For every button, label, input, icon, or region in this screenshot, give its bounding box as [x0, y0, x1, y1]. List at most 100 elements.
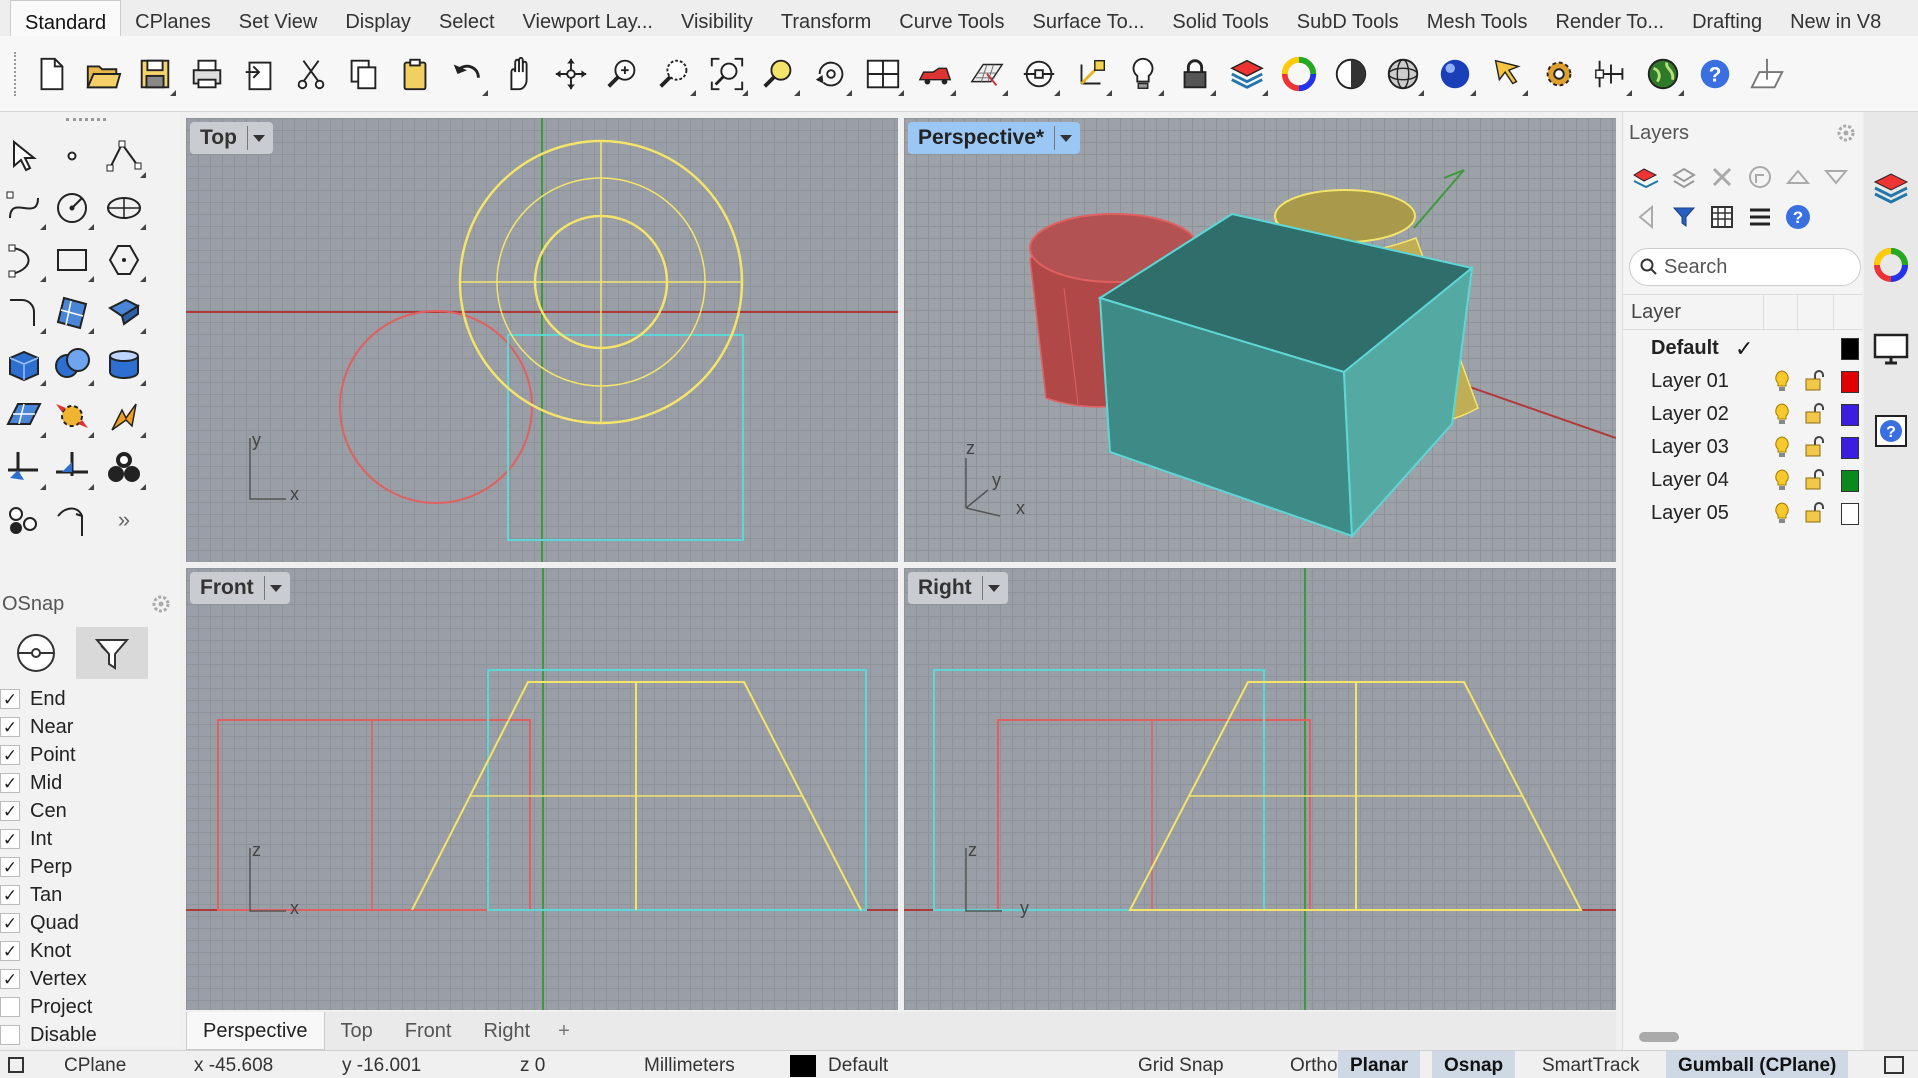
- osnap-item-disable[interactable]: Disable: [0, 1021, 97, 1049]
- end-checkbox[interactable]: ✓: [0, 689, 20, 709]
- layer-name[interactable]: Layer 04: [1651, 469, 1729, 492]
- save-icon[interactable]: [132, 48, 178, 100]
- viewport-tab-top[interactable]: Top: [325, 1012, 389, 1050]
- viewport-tab-front[interactable]: Front: [389, 1012, 468, 1050]
- layer-search-box[interactable]: [1629, 248, 1861, 286]
- layer-icon[interactable]: [1224, 48, 1270, 100]
- cyan-box-profile[interactable]: [487, 669, 867, 911]
- smarttrack-toggle[interactable]: SmartTrack: [1530, 1051, 1651, 1078]
- transform-icon[interactable]: [48, 392, 96, 440]
- disable-checkbox[interactable]: [0, 1025, 20, 1045]
- osnap-item-vertex[interactable]: ✓ Vertex: [0, 965, 97, 993]
- viewport-title-top[interactable]: Top: [190, 122, 273, 154]
- box-solid-icon[interactable]: [0, 340, 48, 388]
- point-icon[interactable]: [48, 132, 96, 180]
- osnap-item-int[interactable]: ✓ Int: [0, 825, 97, 853]
- zoom-icon[interactable]: [600, 48, 646, 100]
- zoom-selected-icon[interactable]: [756, 48, 802, 100]
- plane-icon[interactable]: [0, 392, 48, 440]
- osnap-item-project[interactable]: Project: [0, 993, 97, 1021]
- circle-icon[interactable]: [48, 184, 96, 232]
- unlock-icon[interactable]: [1803, 402, 1827, 431]
- color-wheel-icon[interactable]: [1276, 48, 1322, 100]
- layer-color-swatch[interactable]: [1841, 470, 1859, 492]
- tab-transform[interactable]: Transform: [767, 0, 885, 36]
- tab-cplanes[interactable]: CPlanes: [121, 0, 225, 36]
- paste-icon[interactable]: [392, 48, 438, 100]
- select-arrow-icon[interactable]: [0, 132, 48, 180]
- red-circle[interactable]: [339, 310, 533, 504]
- globe-icon[interactable]: [1640, 48, 1686, 100]
- layer-name[interactable]: Default: [1651, 337, 1719, 360]
- move-layer-up-icon[interactable]: [1781, 160, 1815, 194]
- layer-filter-icon[interactable]: [1667, 200, 1701, 234]
- gumball-icon[interactable]: [1068, 48, 1114, 100]
- tab-display[interactable]: Display: [331, 0, 425, 36]
- viewport-right[interactable]: z y Right: [904, 568, 1616, 1010]
- near-checkbox[interactable]: ✓: [0, 717, 20, 737]
- viewport-menu-dropdown-icon[interactable]: [263, 576, 284, 600]
- tab-surface-tools[interactable]: Surface To...: [1018, 0, 1158, 36]
- new-layer-icon[interactable]: [1629, 160, 1663, 194]
- tab-visibility[interactable]: Visibility: [667, 0, 767, 36]
- curve-icon[interactable]: [0, 184, 48, 232]
- wire-sphere-icon[interactable]: [1380, 48, 1426, 100]
- viewport-menu-dropdown-icon[interactable]: [981, 576, 1002, 600]
- osnap-toggle[interactable]: Osnap: [1432, 1051, 1516, 1078]
- cplane-icon[interactable]: [1744, 48, 1790, 100]
- layer-row-03[interactable]: Layer 03: [1623, 431, 1863, 464]
- layer-name[interactable]: Layer 05: [1651, 502, 1729, 525]
- tab-new-in-v8[interactable]: New in V8: [1776, 0, 1895, 36]
- layer-row-01[interactable]: Layer 01: [1623, 365, 1863, 398]
- car-icon[interactable]: [912, 48, 958, 100]
- osnap-settings-gear-icon[interactable]: [150, 593, 172, 620]
- layer-color-swatch[interactable]: [1841, 437, 1859, 459]
- layers-horizontal-scrollbar[interactable]: [1639, 1032, 1679, 1042]
- layer-row-default[interactable]: Default ✓: [1623, 332, 1863, 365]
- gumball-toggle[interactable]: Gumball (CPlane): [1666, 1051, 1849, 1078]
- curve-edit-icon[interactable]: [48, 496, 96, 544]
- tan-checkbox[interactable]: ✓: [0, 885, 20, 905]
- polygon-icon[interactable]: [100, 236, 148, 284]
- osnap-item-quad[interactable]: ✓ Quad: [0, 909, 97, 937]
- osnap-item-knot[interactable]: ✓ Knot: [0, 937, 97, 965]
- grid-plane-icon[interactable]: [964, 48, 1010, 100]
- loft-icon[interactable]: [100, 288, 148, 336]
- layer-row-02[interactable]: Layer 02: [1623, 398, 1863, 431]
- more-icon[interactable]: »: [100, 496, 148, 544]
- tab-solid-tools[interactable]: Solid Tools: [1158, 0, 1282, 36]
- unlock-icon[interactable]: [1803, 501, 1827, 530]
- explode-icon[interactable]: [100, 392, 148, 440]
- vertex-checkbox[interactable]: ✓: [0, 969, 20, 989]
- layer-color-swatch[interactable]: [1841, 338, 1859, 360]
- split-icon[interactable]: [48, 444, 96, 492]
- osnap-item-mid[interactable]: ✓ Mid: [0, 769, 97, 797]
- cplane-label[interactable]: CPlane: [64, 1053, 126, 1078]
- tab-subd-tools[interactable]: SubD Tools: [1283, 0, 1413, 36]
- toolbar-grip[interactable]: [14, 51, 20, 96]
- unlock-icon[interactable]: [1803, 435, 1827, 464]
- osnap-item-perp[interactable]: ✓ Perp: [0, 853, 97, 881]
- osnap-item-cen[interactable]: ✓ Cen: [0, 797, 97, 825]
- osnap-filter-icon[interactable]: [76, 627, 148, 679]
- tab-standard[interactable]: Standard: [10, 0, 122, 36]
- group-icon[interactable]: [100, 444, 148, 492]
- layer-row-04[interactable]: Layer 04: [1623, 464, 1863, 497]
- light-bulb-icon[interactable]: [1120, 48, 1166, 100]
- materials-panel-icon[interactable]: [1868, 242, 1914, 288]
- viewport-menu-dropdown-icon[interactable]: [1054, 126, 1074, 150]
- light-bulb-icon[interactable]: [1771, 501, 1793, 530]
- layers-panel-icon[interactable]: [1868, 164, 1914, 210]
- light-bulb-icon[interactable]: [1771, 468, 1793, 497]
- layer-color-swatch[interactable]: [1841, 404, 1859, 426]
- rotate-view-icon[interactable]: [548, 48, 594, 100]
- cyan-box-profile[interactable]: [933, 669, 1265, 911]
- units-label[interactable]: Millimeters: [644, 1053, 735, 1078]
- points-cloud-icon[interactable]: [0, 496, 48, 544]
- add-viewport-tab-icon[interactable]: +: [546, 1020, 582, 1043]
- boolean-icon[interactable]: [48, 340, 96, 388]
- light-bulb-icon[interactable]: [1771, 435, 1793, 464]
- knot-checkbox[interactable]: ✓: [0, 941, 20, 961]
- import-icon[interactable]: [236, 48, 282, 100]
- light-bulb-icon[interactable]: [1771, 402, 1793, 431]
